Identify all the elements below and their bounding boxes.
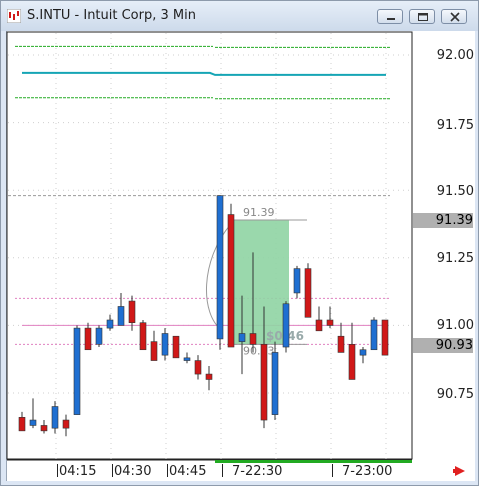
candle-up bbox=[183, 357, 191, 361]
current-price-high-tag: 91.39 bbox=[413, 213, 473, 228]
time-label-0415: 04:15 bbox=[59, 464, 97, 479]
candle-down bbox=[326, 319, 334, 326]
candle-up bbox=[95, 327, 103, 345]
time-sep bbox=[167, 464, 168, 477]
candle-down bbox=[172, 335, 180, 359]
candle-down bbox=[260, 344, 268, 421]
candle-down bbox=[249, 333, 257, 345]
candle-down bbox=[150, 341, 158, 361]
chart-window: S.INTU - Intuit Corp, 3 Min 91.3990.93$0… bbox=[0, 0, 479, 486]
level-lines bbox=[8, 45, 390, 345]
candle-up bbox=[161, 333, 169, 356]
candle-up bbox=[216, 195, 224, 340]
grid bbox=[8, 33, 411, 459]
candle-up bbox=[370, 319, 378, 351]
candles bbox=[18, 195, 389, 437]
price-chart[interactable]: 91.3990.93$0.46 bbox=[0, 0, 479, 486]
measure-box bbox=[231, 219, 289, 345]
candle-down bbox=[227, 214, 235, 348]
candle-down bbox=[194, 360, 202, 375]
candle-down bbox=[62, 419, 70, 429]
price-label-91-00: 91.00 bbox=[436, 318, 474, 333]
candle-down bbox=[40, 425, 48, 432]
current-price-low-tag: 90.93 bbox=[413, 338, 473, 353]
price-label-91-50: 91.50 bbox=[436, 184, 474, 199]
candle-up bbox=[73, 327, 81, 415]
candle-down bbox=[337, 335, 345, 353]
candle-down bbox=[128, 300, 136, 323]
price-label-91-25: 91.25 bbox=[436, 251, 474, 266]
candle-up bbox=[293, 268, 301, 294]
candle-up bbox=[238, 333, 246, 342]
price-label-91-75: 91.75 bbox=[436, 118, 474, 133]
candle-down bbox=[348, 344, 356, 380]
time-label-7-23-00: 7-23:00 bbox=[342, 464, 393, 479]
time-label-7-22-30: 7-22:30 bbox=[232, 464, 283, 479]
time-sep bbox=[222, 464, 223, 477]
candle-up bbox=[271, 352, 279, 415]
time-sep bbox=[332, 464, 333, 477]
price-label-92-00: 92.00 bbox=[436, 48, 474, 63]
candle-up bbox=[29, 419, 37, 426]
session-bar bbox=[215, 460, 412, 463]
candle-down bbox=[304, 268, 312, 318]
candle-down bbox=[84, 327, 92, 351]
time-sep bbox=[57, 464, 58, 477]
time-sep bbox=[112, 464, 113, 477]
candle-down bbox=[381, 319, 389, 356]
measure-top-price: 91.39 bbox=[243, 206, 275, 219]
time-label-0430: 04:30 bbox=[114, 464, 152, 479]
candle-up bbox=[359, 349, 367, 356]
scroll-right-arrow-tail bbox=[453, 469, 457, 473]
plot-border bbox=[6, 31, 413, 460]
candle-up bbox=[51, 406, 59, 429]
candle-down bbox=[18, 417, 26, 432]
candle-up bbox=[106, 319, 114, 329]
candle-down bbox=[205, 373, 213, 380]
candle-down bbox=[139, 322, 147, 351]
measure-bottom-price: 90.93 bbox=[243, 344, 275, 357]
candle-up bbox=[282, 303, 290, 348]
time-label-0445: 04:45 bbox=[169, 464, 207, 479]
candle-down bbox=[315, 319, 323, 332]
candle-up bbox=[117, 306, 125, 326]
price-label-90-75: 90.75 bbox=[436, 387, 474, 402]
